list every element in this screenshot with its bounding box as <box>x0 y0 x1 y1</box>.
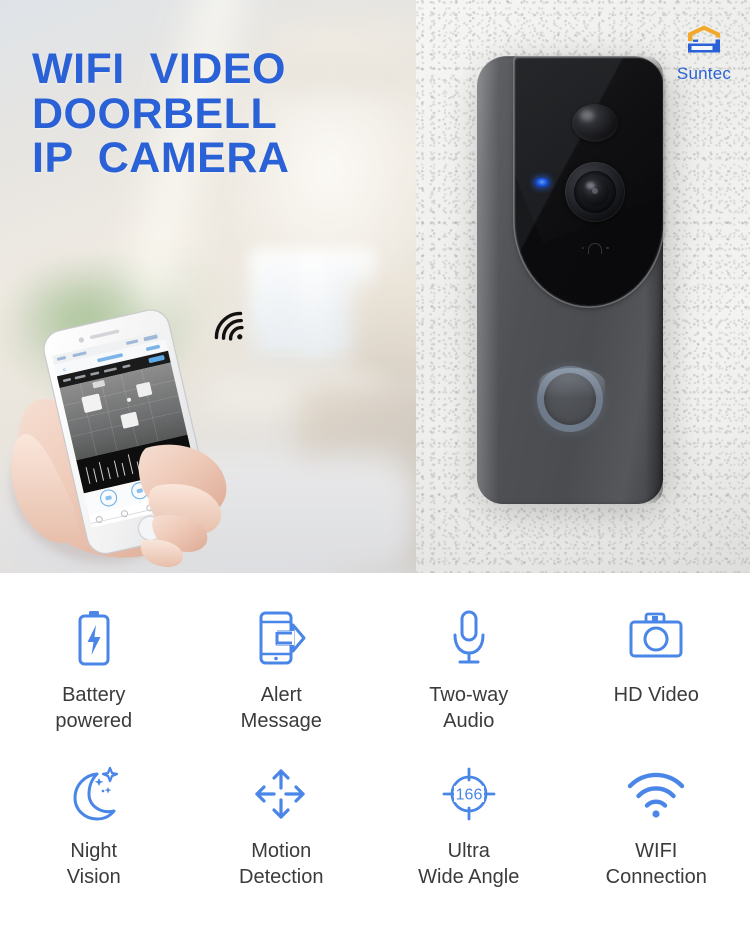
feature-battery-powered: Battery powered <box>0 607 188 735</box>
headline-line-2: DOORBELL <box>32 89 278 138</box>
doorbell-button-ring[interactable] <box>537 366 605 432</box>
feature-night-vision: Night Vision <box>0 763 188 891</box>
phone-alert-icon <box>255 607 307 669</box>
features-row-2: Night Vision Motion Detection 166 Ultra … <box>0 735 750 891</box>
feature-ultra-wide-angle: 166 Ultra Wide Angle <box>375 763 563 891</box>
moon-stars-icon <box>65 763 123 825</box>
brand-name: Suntec <box>676 64 732 83</box>
battery-bolt-icon <box>72 607 116 669</box>
status-led <box>535 178 549 187</box>
camera-lens-barrel <box>574 171 616 213</box>
doorbell-button-gloss <box>539 368 605 398</box>
feature-label: Ultra Wide Angle <box>418 839 520 889</box>
microphone-icon <box>446 607 492 669</box>
house-logo-icon <box>688 25 720 53</box>
speaker-dot-right <box>606 246 609 250</box>
video-doorbell-device <box>477 56 663 504</box>
feature-label: HD Video <box>613 684 699 706</box>
headline-line-3: IP CAMERA <box>32 134 290 183</box>
feature-label: Two-way Audio <box>429 684 509 733</box>
speaker-dot-left <box>581 246 584 250</box>
doorbell-left-highlight <box>477 56 499 504</box>
camera-lens-reflection <box>592 188 598 194</box>
camera-icon <box>627 607 685 669</box>
feature-label: Motion Detection <box>239 839 324 889</box>
product-banner: < WIFI VIDEO DOORBELL IP CAMERA Suntec B… <box>0 0 750 929</box>
feature-wifi-connection: WIFI Connection <box>563 763 750 891</box>
pir-sensor <box>572 104 618 142</box>
speaker-arc <box>588 242 602 254</box>
hero-section: < WIFI VIDEO DOORBELL IP CAMERA Suntec <box>0 0 750 573</box>
pir-highlight <box>580 110 594 121</box>
feature-two-way-audio: Two-way Audio <box>375 607 563 735</box>
blurred-curtain <box>300 255 326 355</box>
wifi-icon <box>624 763 688 825</box>
blurred-cabinet <box>352 280 416 390</box>
brand-logo: Suntec <box>673 24 735 86</box>
speaker-grille <box>574 240 616 256</box>
feature-label: WIFI Connection <box>605 839 707 889</box>
feature-label: Night Vision <box>66 839 121 889</box>
camera-lens-highlight <box>586 182 595 189</box>
four-arrows-icon <box>252 763 310 825</box>
camera-lens <box>565 162 625 222</box>
feature-hd-video: HD Video <box>563 607 750 735</box>
headline-line-1: WIFI VIDEO <box>32 45 286 93</box>
wide-angle-value: 166 <box>455 786 482 803</box>
feature-alert-message: Alert Message <box>188 607 376 735</box>
feature-motion-detection: Motion Detection <box>188 763 376 891</box>
features-section: Battery powered Alert Message Two-way Au… <box>0 573 750 929</box>
lifestyle-scene-panel: < WIFI VIDEO DOORBELL IP CAMERA <box>0 0 416 573</box>
wifi-signal-icon <box>214 311 244 341</box>
feature-label: Battery powered <box>55 684 133 733</box>
hero-headline: WIFI VIDEO DOORBELL IP CAMERA <box>32 47 402 181</box>
feature-label: Alert Message <box>240 684 322 733</box>
camera-lens-glass <box>581 178 609 206</box>
features-row-1: Battery powered Alert Message Two-way Au… <box>0 573 750 735</box>
wide-angle-166-icon: 166 <box>438 763 500 825</box>
